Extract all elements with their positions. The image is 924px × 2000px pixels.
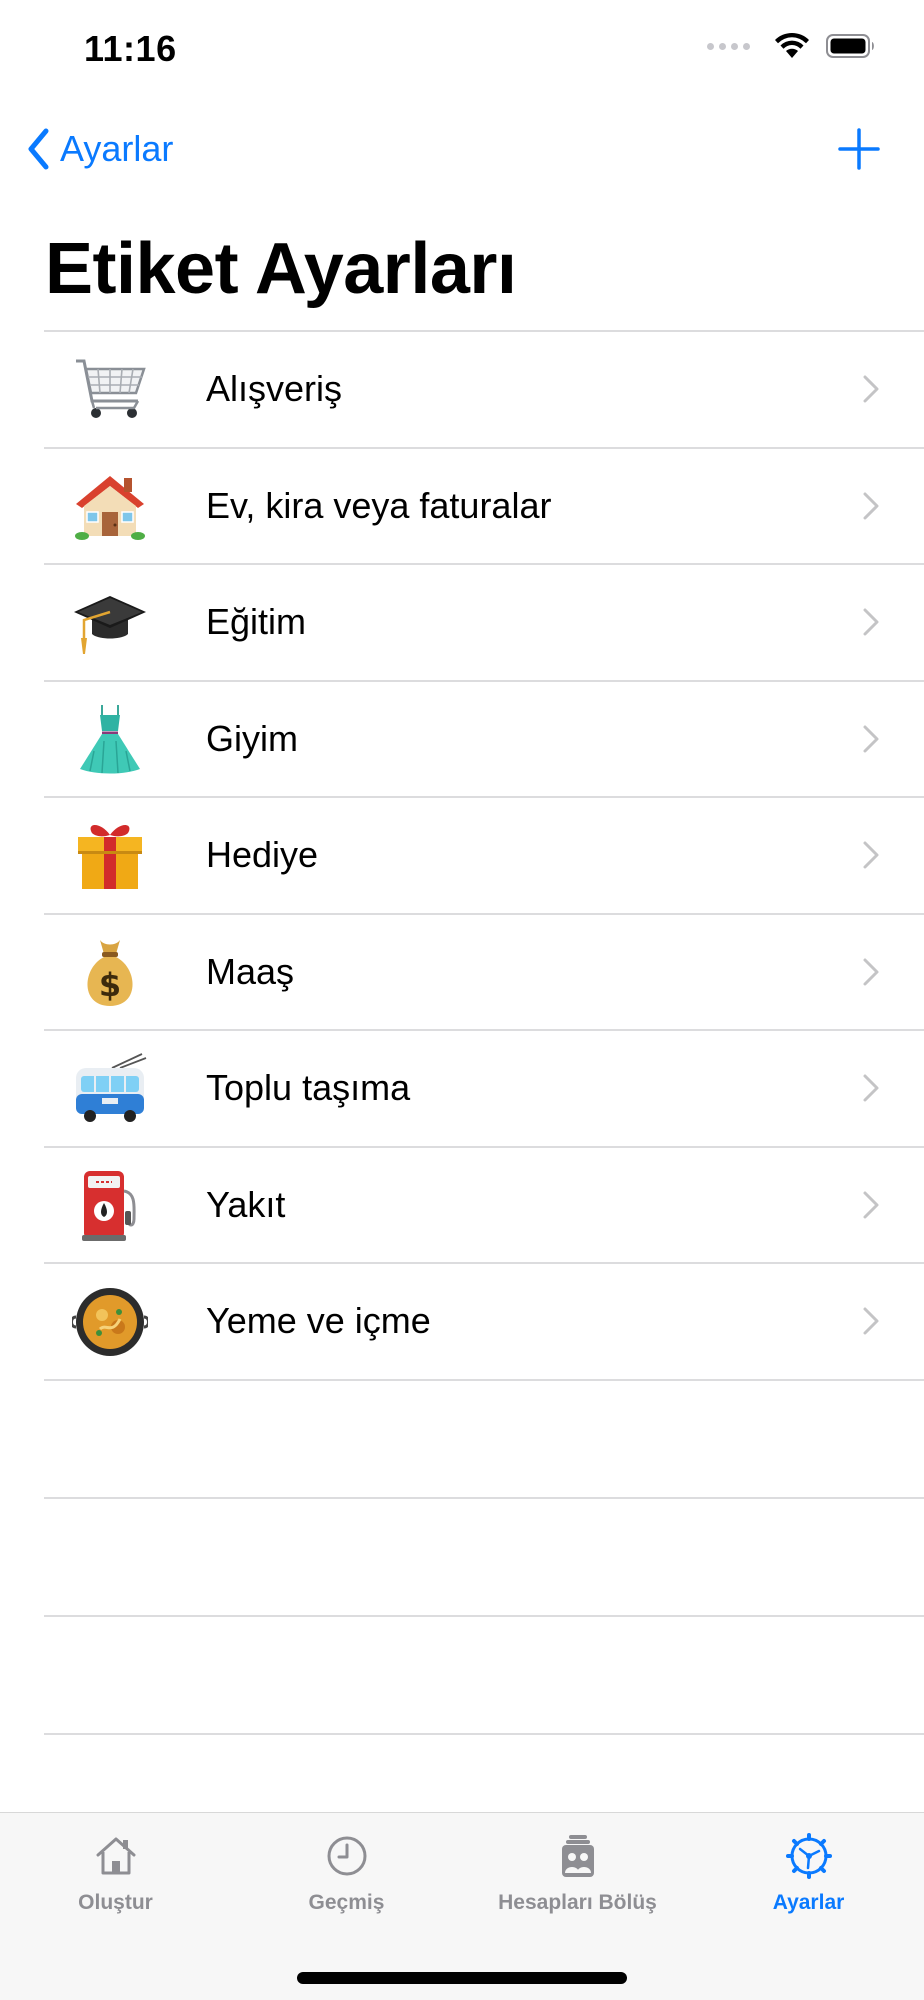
home-icon	[93, 1833, 139, 1879]
tag-row-ev-kira-faturalar[interactable]: Ev, kira veya faturalar	[44, 449, 924, 565]
tag-label: Maaş	[206, 950, 295, 992]
fuel-pump-icon	[72, 1167, 148, 1243]
settings-gear-icon	[785, 1833, 832, 1879]
tab-hesaplari-bolus[interactable]: Hesapları Bölüş	[462, 1833, 693, 1915]
tab-olustur[interactable]: Oluştur	[0, 1833, 231, 1915]
tag-row-egitim[interactable]: Eğitim	[44, 565, 924, 682]
svg-text:$: $	[99, 966, 121, 1004]
plus-icon	[838, 128, 880, 170]
house-icon	[72, 468, 148, 544]
tag-row-yeme-icme[interactable]: Yeme ve içme	[44, 1264, 924, 1381]
tag-label: Giyim	[206, 717, 298, 759]
tag-settings-screen: 11:16 Ayarlar Etiket Ayarları Alışveriş …	[0, 0, 924, 2000]
chevron-left-icon	[28, 128, 49, 170]
status-time: 11:16	[84, 28, 177, 69]
back-button[interactable]: Ayarlar	[26, 120, 173, 178]
chevron-right-icon	[863, 958, 879, 986]
status-indicators	[707, 32, 876, 60]
tag-label: Ev, kira veya faturalar	[206, 484, 552, 526]
dress-icon	[72, 701, 148, 777]
clock-icon	[324, 1833, 370, 1879]
tag-row-hediye[interactable]: Hediye	[44, 798, 924, 915]
shopping-cart-icon	[72, 351, 148, 427]
tag-label: Hediye	[206, 834, 319, 876]
tag-label: Yakıt	[206, 1183, 286, 1225]
cellular-signal-icon	[707, 42, 750, 50]
tag-label: Yeme ve içme	[206, 1300, 431, 1342]
chevron-right-icon	[863, 492, 879, 520]
people-card-icon	[555, 1833, 601, 1879]
tag-label: Toplu taşıma	[206, 1067, 411, 1109]
chevron-right-icon	[863, 1074, 879, 1102]
empty-list-row	[44, 1617, 924, 1735]
money-bag-icon: $	[72, 934, 148, 1010]
page-title: Etiket Ayarları	[45, 229, 517, 309]
status-bar: 11:16	[0, 0, 924, 100]
empty-list-row	[44, 1499, 924, 1617]
tag-label: Eğitim	[206, 601, 307, 643]
tab-label: Oluştur	[78, 1891, 153, 1914]
trolleybus-icon	[72, 1050, 148, 1126]
graduation-cap-icon	[72, 584, 148, 660]
chevron-right-icon	[863, 725, 879, 753]
tag-row-maas[interactable]: $ Maaş	[44, 915, 924, 1031]
home-indicator	[297, 1972, 627, 1984]
tab-label: Ayarlar	[772, 1891, 845, 1914]
chevron-right-icon	[863, 1191, 879, 1219]
back-button-label: Ayarlar	[60, 128, 174, 169]
tab-ayarlar[interactable]: Ayarlar	[693, 1833, 924, 1915]
tag-label: Alışveriş	[206, 368, 343, 410]
add-tag-button[interactable]	[830, 120, 888, 178]
gift-icon	[72, 817, 148, 893]
tab-gecmis[interactable]: Geçmiş	[231, 1833, 462, 1915]
tag-list: Alışveriş Ev, kira veya faturalar Eğitim…	[44, 330, 924, 1735]
tag-row-toplu-tasima[interactable]: Toplu taşıma	[44, 1031, 924, 1148]
chevron-right-icon	[863, 375, 879, 403]
tag-row-giyim[interactable]: Giyim	[44, 682, 924, 798]
empty-list-row	[44, 1381, 924, 1499]
battery-icon	[826, 34, 874, 58]
tab-label: Hesapları Bölüş	[498, 1891, 657, 1914]
chevron-right-icon	[863, 1307, 879, 1335]
tag-row-yakit[interactable]: Yakıt	[44, 1148, 924, 1264]
chevron-right-icon	[863, 608, 879, 636]
tag-row-alisveris[interactable]: Alışveriş	[44, 332, 924, 449]
paella-icon	[72, 1283, 148, 1359]
wifi-icon	[775, 32, 809, 58]
tab-label: Geçmiş	[308, 1891, 385, 1914]
chevron-right-icon	[863, 841, 879, 869]
